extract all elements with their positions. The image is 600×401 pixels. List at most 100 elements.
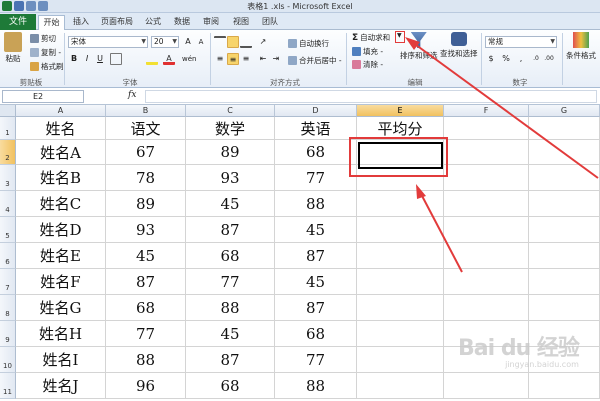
header-cell-chinese[interactable]: 语文	[106, 117, 186, 140]
cell-english[interactable]: 77	[275, 165, 357, 191]
sort-filter-button[interactable]: 排序和筛选	[400, 32, 438, 61]
fill-color-icon[interactable]	[146, 53, 158, 65]
align-middle-icon[interactable]	[227, 36, 239, 48]
orientation-icon[interactable]: ↗	[257, 36, 269, 48]
cell-chinese[interactable]: 87	[106, 269, 186, 295]
empty-cell[interactable]	[444, 373, 529, 399]
font-size-select[interactable]: 20 ▼	[151, 36, 179, 48]
cell-math[interactable]: 89	[186, 140, 275, 165]
active-cell-e2[interactable]	[358, 142, 443, 169]
copy-button[interactable]: 复制 -	[30, 47, 61, 58]
column-header-g[interactable]: G	[529, 105, 600, 117]
phonetic-icon[interactable]: wén	[182, 53, 196, 65]
grow-font-icon[interactable]: A	[182, 36, 194, 48]
paste-button[interactable]: 粘贴	[4, 32, 22, 64]
empty-cell[interactable]	[529, 140, 600, 165]
empty-cell[interactable]	[529, 373, 600, 399]
font-name-select[interactable]: 宋体 ▼	[68, 36, 148, 48]
cell-chinese[interactable]: 89	[106, 191, 186, 217]
cell-math[interactable]: 45	[186, 191, 275, 217]
row-header-3[interactable]: 3	[0, 165, 16, 191]
cell-name[interactable]: 姓名G	[16, 295, 106, 321]
cell-chinese[interactable]: 96	[106, 373, 186, 399]
cell-english[interactable]: 68	[275, 140, 357, 165]
empty-cell[interactable]	[529, 243, 600, 269]
cell-chinese[interactable]: 93	[106, 217, 186, 243]
cell-name[interactable]: 姓名D	[16, 217, 106, 243]
row-header-5[interactable]: 5	[0, 217, 16, 243]
cell-math[interactable]: 93	[186, 165, 275, 191]
tab-file[interactable]: 文件	[0, 14, 36, 30]
cell-chinese[interactable]: 77	[106, 321, 186, 347]
cell-math[interactable]: 45	[186, 321, 275, 347]
decrease-indent-icon[interactable]: ⇤	[257, 53, 269, 65]
cell-name[interactable]: 姓名E	[16, 243, 106, 269]
header-cell-math[interactable]: 数学	[186, 117, 275, 140]
empty-cell[interactable]	[529, 295, 600, 321]
empty-cell[interactable]	[357, 217, 444, 243]
empty-cell[interactable]	[529, 191, 600, 217]
cell-name[interactable]: 姓名F	[16, 269, 106, 295]
tab-insert[interactable]: 插入	[69, 15, 93, 30]
row-header-10[interactable]: 10	[0, 347, 16, 373]
cell-math[interactable]: 68	[186, 373, 275, 399]
cell-english[interactable]: 87	[275, 243, 357, 269]
tab-formulas[interactable]: 公式	[141, 15, 165, 30]
row-header-6[interactable]: 6	[0, 243, 16, 269]
tab-data[interactable]: 数据	[170, 15, 194, 30]
font-color-icon[interactable]: A	[163, 53, 175, 65]
cell-math[interactable]: 68	[186, 243, 275, 269]
cell-chinese[interactable]: 67	[106, 140, 186, 165]
empty-cell[interactable]	[444, 243, 529, 269]
row-header-1[interactable]: 1	[0, 117, 16, 140]
align-left-icon[interactable]: ≡	[214, 53, 226, 65]
comma-icon[interactable]: ,	[515, 53, 527, 65]
empty-cell[interactable]	[529, 165, 600, 191]
empty-cell[interactable]	[357, 243, 444, 269]
align-bottom-icon[interactable]	[240, 36, 252, 48]
cell-math[interactable]: 87	[186, 347, 275, 373]
clear-button[interactable]: 清除 -	[352, 59, 383, 70]
column-header-e[interactable]: E	[357, 105, 444, 117]
tab-team[interactable]: 团队	[258, 15, 282, 30]
cell-math[interactable]: 88	[186, 295, 275, 321]
cell-english[interactable]: 68	[275, 321, 357, 347]
shrink-font-icon[interactable]: A	[195, 36, 207, 48]
conditional-format-button[interactable]: 条件格式	[566, 32, 596, 61]
cell-english[interactable]: 45	[275, 217, 357, 243]
column-header-d[interactable]: D	[275, 105, 357, 117]
empty-cell[interactable]	[444, 295, 529, 321]
tab-home[interactable]: 开始	[38, 15, 65, 30]
empty-cell[interactable]	[357, 295, 444, 321]
empty-cell[interactable]	[357, 269, 444, 295]
wrap-text-button[interactable]: 自动换行	[288, 38, 329, 49]
empty-cell[interactable]	[444, 117, 529, 140]
tab-page-layout[interactable]: 页面布局	[99, 15, 135, 30]
decrease-decimal-icon[interactable]: .00	[543, 53, 555, 65]
row-header-2[interactable]: 2	[0, 140, 16, 165]
align-top-icon[interactable]	[214, 36, 226, 48]
underline-icon[interactable]: U	[94, 53, 106, 65]
cell-name[interactable]: 姓名A	[16, 140, 106, 165]
cell-chinese[interactable]: 45	[106, 243, 186, 269]
fill-button[interactable]: 填充 -	[352, 46, 383, 57]
cell-chinese[interactable]: 68	[106, 295, 186, 321]
formula-input[interactable]	[145, 90, 597, 103]
increase-indent-icon[interactable]: ⇥	[270, 53, 282, 65]
empty-cell[interactable]	[444, 217, 529, 243]
select-all-corner[interactable]	[0, 105, 16, 117]
row-header-7[interactable]: 7	[0, 269, 16, 295]
empty-cell[interactable]	[529, 117, 600, 140]
cell-name[interactable]: 姓名H	[16, 321, 106, 347]
number-format-select[interactable]: 常规 ▼	[485, 36, 557, 48]
format-painter-button[interactable]: 格式刷	[30, 61, 64, 72]
align-center-icon[interactable]: ≡	[227, 53, 239, 65]
bold-icon[interactable]: B	[68, 53, 80, 65]
header-cell-name[interactable]: 姓名	[16, 117, 106, 140]
column-header-a[interactable]: A	[16, 105, 106, 117]
italic-icon[interactable]: I	[81, 53, 93, 65]
cell-english[interactable]: 88	[275, 191, 357, 217]
cell-name[interactable]: 姓名C	[16, 191, 106, 217]
name-box[interactable]: E2	[2, 90, 84, 103]
cell-english[interactable]: 88	[275, 373, 357, 399]
